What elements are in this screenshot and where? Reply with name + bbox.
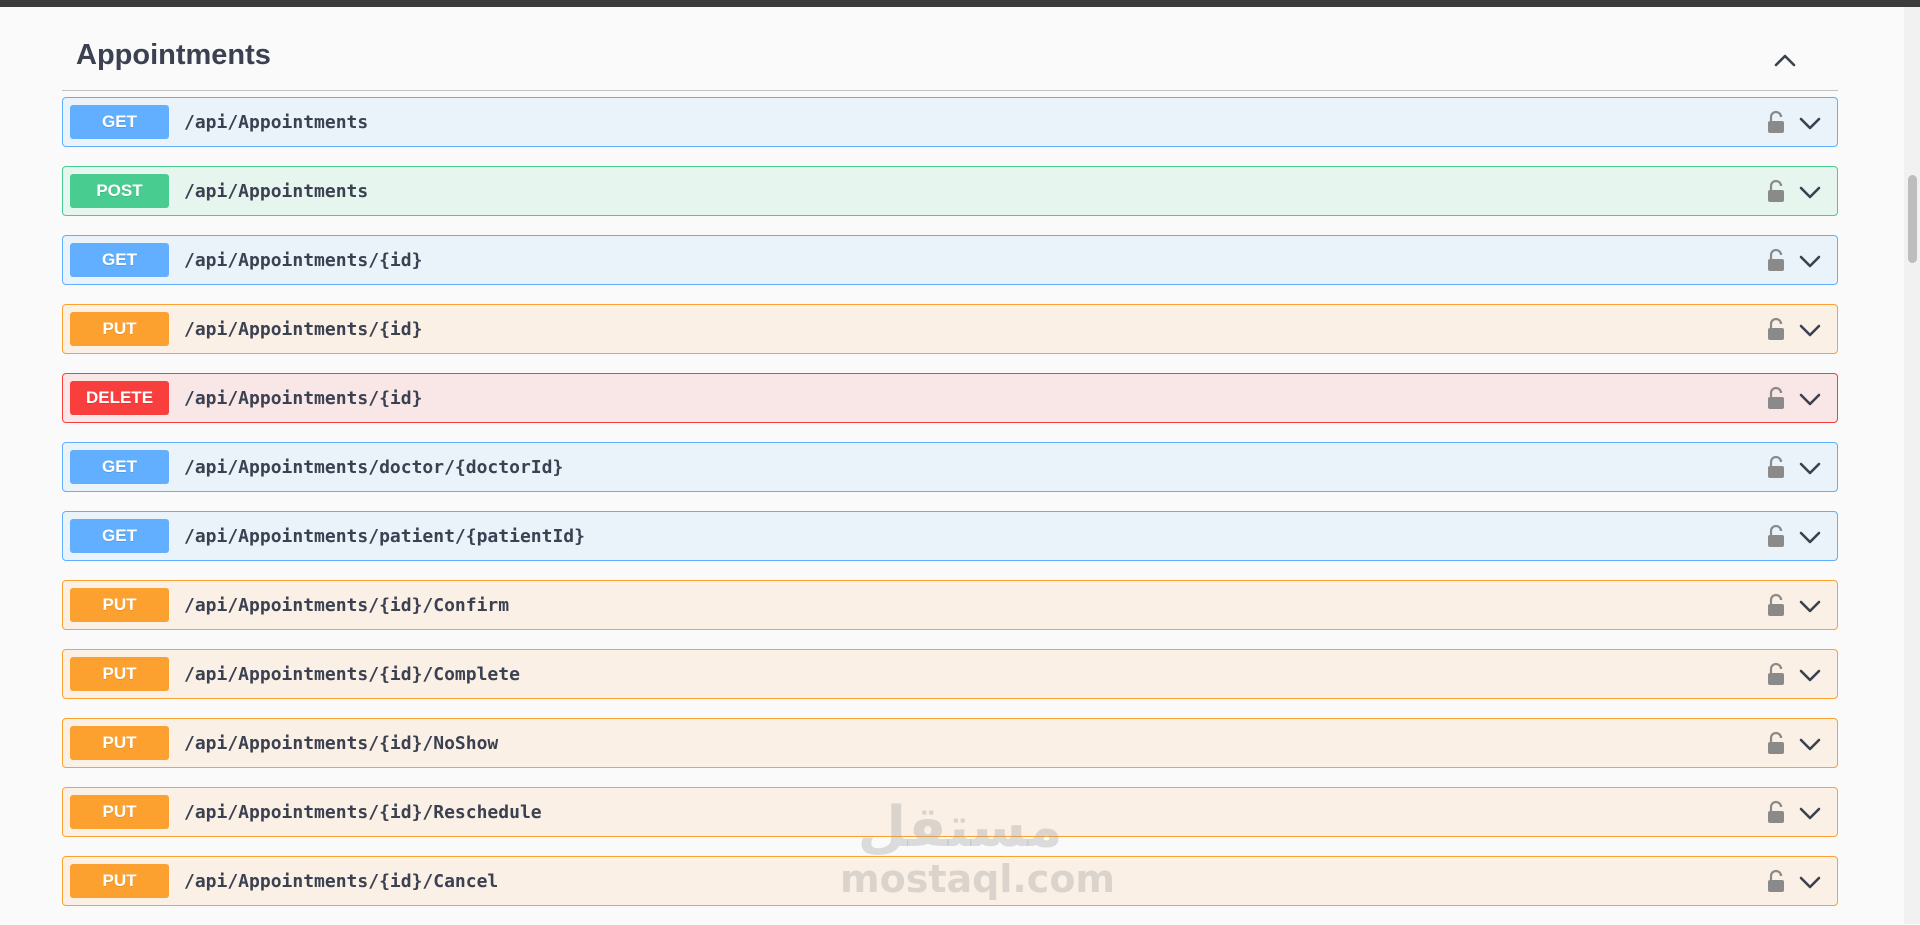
operation-path: /api/Appointments/{id}/Reschedule xyxy=(184,801,542,823)
operations-list: GET/api/Appointments POST/api/Appointment… xyxy=(62,97,1838,925)
operation-row-get[interactable]: GET/api/Appointments/patient/{patientId} xyxy=(62,511,1838,561)
chevron-down-icon[interactable] xyxy=(1797,248,1823,274)
swagger-page: Appointments GET/api/Appointments POST/ap… xyxy=(0,7,1904,924)
method-badge: PUT xyxy=(70,864,169,898)
operation-row-put[interactable]: PUT/api/Appointments/{id}/Cancel xyxy=(62,856,1838,906)
operation-row-post[interactable]: POST/api/Appointments xyxy=(62,166,1838,216)
operation-path: /api/Appointments/{id} xyxy=(184,318,423,340)
lock-icon[interactable] xyxy=(1765,385,1787,411)
chevron-down-icon[interactable] xyxy=(1797,455,1823,481)
operation-row-put[interactable]: PUT/api/Appointments/{id}/Complete xyxy=(62,649,1838,699)
lock-icon[interactable] xyxy=(1765,661,1787,687)
method-badge: GET xyxy=(70,519,169,553)
lock-icon[interactable] xyxy=(1765,316,1787,342)
method-badge: GET xyxy=(70,243,169,277)
operation-path: /api/Appointments/{id}/Complete xyxy=(184,663,520,685)
lock-icon[interactable] xyxy=(1765,454,1787,480)
operation-row-delete[interactable]: DELETE/api/Appointments/{id} xyxy=(62,373,1838,423)
chevron-down-icon[interactable] xyxy=(1797,317,1823,343)
operation-row-get[interactable]: GET/api/Appointments xyxy=(62,97,1838,147)
method-badge: DELETE xyxy=(70,381,169,415)
method-badge: PUT xyxy=(70,312,169,346)
operation-row-put[interactable]: PUT/api/Appointments/{id}/Confirm xyxy=(62,580,1838,630)
operation-path: /api/Appointments/{id}/Confirm xyxy=(184,594,510,616)
scrollbar-thumb[interactable] xyxy=(1908,175,1917,263)
chevron-down-icon[interactable] xyxy=(1797,593,1823,619)
operation-path: /api/Appointments xyxy=(184,111,369,133)
tag-title: Appointments xyxy=(76,39,271,71)
lock-icon[interactable] xyxy=(1765,868,1787,894)
operation-row-put[interactable]: PUT/api/Appointments/{id} xyxy=(62,304,1838,354)
chevron-down-icon[interactable] xyxy=(1797,731,1823,757)
lock-icon[interactable] xyxy=(1765,799,1787,825)
operation-path: /api/Appointments/{id} xyxy=(184,387,423,409)
lock-icon[interactable] xyxy=(1765,109,1787,135)
lock-icon[interactable] xyxy=(1765,178,1787,204)
chevron-down-icon[interactable] xyxy=(1797,524,1823,550)
window-top-bar xyxy=(0,0,1920,7)
operation-path: /api/Appointments/{id}/Cancel xyxy=(184,870,499,892)
method-badge: PUT xyxy=(70,795,169,829)
method-badge: PUT xyxy=(70,726,169,760)
vertical-scrollbar[interactable] xyxy=(1904,7,1920,924)
operation-row-put[interactable]: PUT/api/Appointments/{id}/NoShow xyxy=(62,718,1838,768)
method-badge: GET xyxy=(70,105,169,139)
method-badge: POST xyxy=(70,174,169,208)
operation-path: /api/Appointments xyxy=(184,180,369,202)
operation-path: /api/Appointments/{id}/NoShow xyxy=(184,732,499,754)
lock-icon[interactable] xyxy=(1765,592,1787,618)
chevron-down-icon[interactable] xyxy=(1797,662,1823,688)
chevron-up-icon[interactable] xyxy=(1770,45,1800,75)
lock-icon[interactable] xyxy=(1765,523,1787,549)
method-badge: PUT xyxy=(70,588,169,622)
chevron-down-icon[interactable] xyxy=(1797,386,1823,412)
operation-row-put[interactable]: PUT/api/Appointments/{id}/Reschedule xyxy=(62,787,1838,837)
chevron-down-icon[interactable] xyxy=(1797,179,1823,205)
operation-row-get[interactable]: GET/api/Appointments/{id} xyxy=(62,235,1838,285)
lock-icon[interactable] xyxy=(1765,730,1787,756)
chevron-down-icon[interactable] xyxy=(1797,869,1823,895)
tag-section-header[interactable]: Appointments xyxy=(62,25,1838,91)
chevron-down-icon[interactable] xyxy=(1797,800,1823,826)
operation-path: /api/Appointments/patient/{patientId} xyxy=(184,525,585,547)
method-badge: GET xyxy=(70,450,169,484)
method-badge: PUT xyxy=(70,657,169,691)
operation-path: /api/Appointments/doctor/{doctorId} xyxy=(184,456,564,478)
operation-row-get[interactable]: GET/api/Appointments/doctor/{doctorId} xyxy=(62,442,1838,492)
lock-icon[interactable] xyxy=(1765,247,1787,273)
operation-path: /api/Appointments/{id} xyxy=(184,249,423,271)
chevron-down-icon[interactable] xyxy=(1797,110,1823,136)
